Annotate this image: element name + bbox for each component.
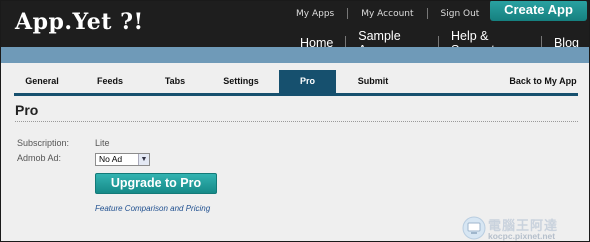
upgrade-to-pro-button[interactable]: Upgrade to Pro [95, 173, 217, 194]
admob-label: Admob Ad: [17, 153, 62, 163]
header-band [1, 47, 589, 63]
tab-submit[interactable]: Submit [347, 70, 399, 93]
main-content: General Feeds Tabs Settings Pro Submit B… [1, 63, 589, 241]
my-account-link[interactable]: My Account [348, 9, 426, 19]
account-links: My Apps My Account Sign Out [283, 8, 492, 19]
admob-select[interactable]: No Ad ▼ [95, 153, 150, 166]
site-logo[interactable]: App.Yet ?! [15, 9, 144, 35]
chevron-down-icon[interactable]: ▼ [138, 154, 149, 165]
tab-general[interactable]: General [14, 70, 70, 93]
back-to-my-app-link[interactable]: Back to My App [508, 70, 578, 93]
app-window: App.Yet ?! My Apps My Account Sign Out C… [0, 0, 590, 242]
watermark: 電腦王阿達 kocpc.pixnet.net [461, 215, 589, 241]
tab-tabs[interactable]: Tabs [150, 70, 200, 93]
tab-pro[interactable]: Pro [279, 70, 336, 93]
create-app-button[interactable]: Create App [490, 1, 587, 21]
my-apps-link[interactable]: My Apps [283, 9, 347, 19]
tab-feeds[interactable]: Feeds [84, 70, 136, 93]
dotted-divider [15, 121, 578, 122]
subscription-value: Lite [95, 138, 110, 148]
page-title: Pro [15, 102, 39, 118]
watermark-url: kocpc.pixnet.net [488, 231, 556, 241]
watermark-logo-icon [462, 216, 486, 240]
site-header: App.Yet ?! My Apps My Account Sign Out C… [1, 1, 589, 57]
subscription-label: Subscription: [17, 138, 70, 148]
sign-out-link[interactable]: Sign Out [428, 9, 493, 19]
feature-comparison-link[interactable]: Feature Comparison and Pricing [95, 204, 210, 213]
admob-selected-value: No Ad [99, 154, 123, 164]
tab-bar: General Feeds Tabs Settings Pro Submit B… [14, 70, 578, 96]
tab-settings[interactable]: Settings [212, 70, 270, 93]
